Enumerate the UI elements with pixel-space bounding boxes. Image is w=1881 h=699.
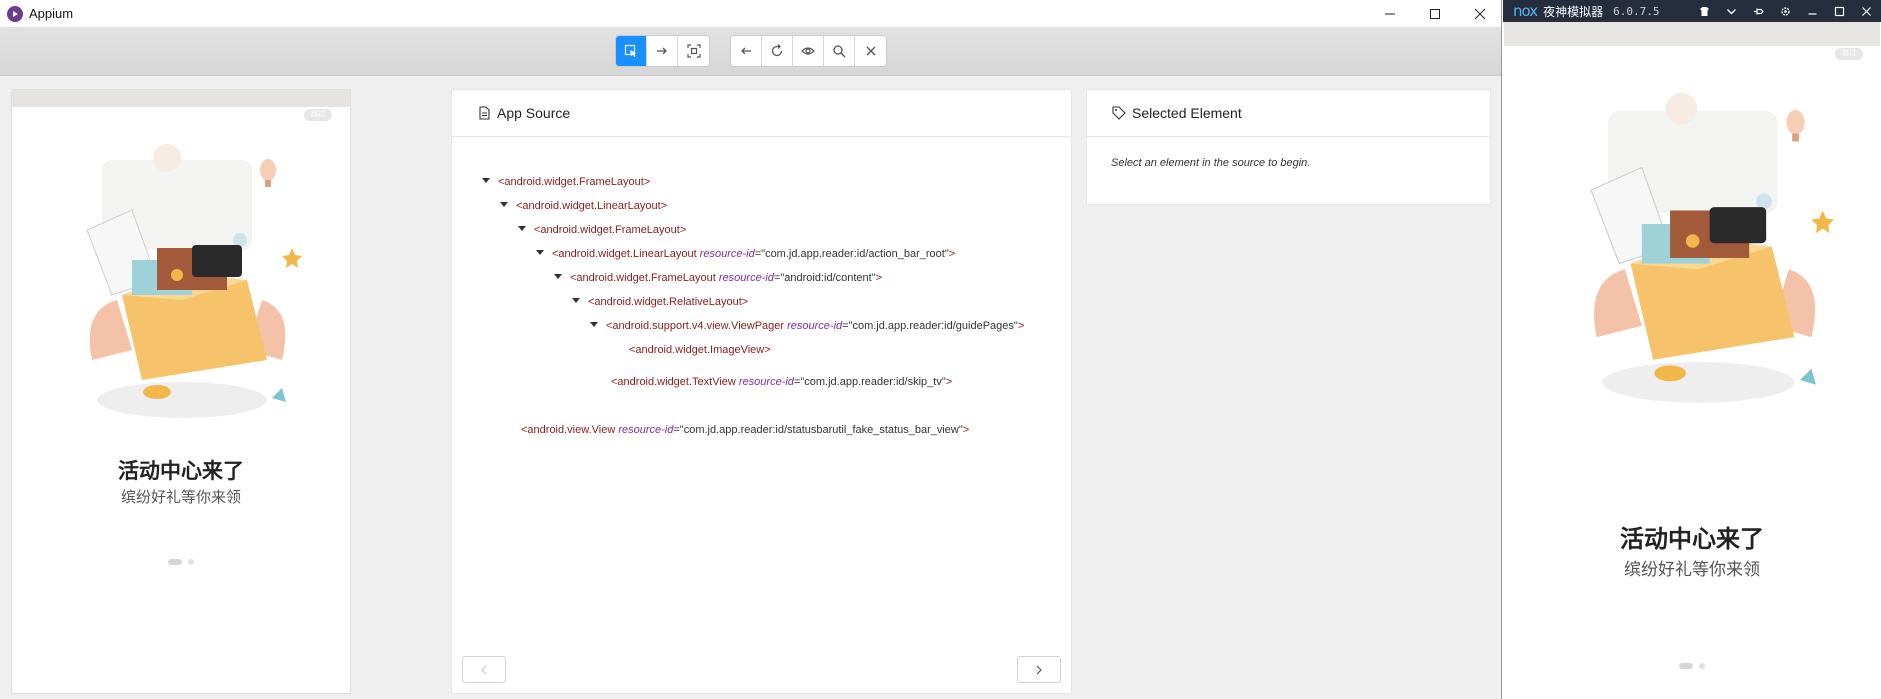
minimize-button[interactable] [1367,0,1412,27]
skip-button[interactable]: 跳过 [1835,48,1863,60]
dropdown-button[interactable] [1721,0,1742,22]
tree-node-status-bar-view[interactable]: <android.view.View resource-id="com.jd.a… [521,424,969,436]
inspector-content: 跳过 活动中心来了 缤纷好礼等你来领 App Source <android.w… [0,76,1501,699]
expand-caret-icon[interactable] [572,298,580,303]
inspector-toolbar [0,27,1501,76]
expand-caret-icon[interactable] [482,178,490,183]
expand-caret-icon[interactable] [518,226,526,231]
app-source-panel: App Source <android.widget.FrameLayout> … [451,89,1072,694]
page-dot [188,559,194,565]
page-indicator [1504,663,1880,669]
tree-node-framelayout[interactable]: <android.widget.FrameLayout> [518,224,686,236]
search-button[interactable] [824,36,855,66]
mode-button-group [615,35,710,67]
close-icon [1862,6,1871,16]
maximize-button[interactable] [1412,0,1457,27]
app-source-title: App Source [497,105,571,121]
tag-icon [1112,106,1126,120]
nox-minimize-button[interactable] [1802,0,1823,22]
minimize-icon [1384,13,1395,14]
promo-illustration [1590,92,1834,403]
close-icon [866,46,875,56]
tree-node-relativelayout[interactable]: <android.widget.RelativeLayout> [572,296,748,308]
promo-subtitle: 缤纷好礼等你来领 [120,489,241,506]
tree-node-content[interactable]: <android.widget.FrameLayout resource-id=… [554,272,882,284]
tree-node-skip-textview[interactable]: <android.widget.TextView resource-id="co… [611,376,952,388]
close-button[interactable] [1457,0,1501,27]
swipe-icon [657,47,667,55]
quit-session-button[interactable] [855,36,886,66]
search-icon [833,45,846,58]
action-button-group [730,35,887,67]
pin-button[interactable] [1748,0,1769,22]
nox-close-button[interactable] [1856,0,1877,22]
nox-emulator-window: nox 夜神模拟器 6.0.7.5 跳过 活动中心来了 缤纷好礼等你来领 [1503,0,1881,699]
shirt-icon [1700,6,1709,16]
nox-title: 夜神模拟器 [1543,4,1604,19]
tap-coordinates-button[interactable] [678,36,709,66]
expand-caret-icon[interactable] [590,322,598,327]
expand-caret-icon[interactable] [554,274,562,279]
theme-button[interactable] [1694,0,1715,22]
app-source-header: App Source [452,90,1071,137]
maximize-icon [1834,6,1845,16]
window-title: Appium [29,6,74,21]
tree-node-action-bar-root[interactable]: <android.widget.LinearLayout resource-id… [536,248,955,260]
selected-element-title: Selected Element [1132,105,1242,121]
tree-node-viewpager[interactable]: <android.support.v4.view.ViewPager resou… [590,320,1024,332]
promo-title: 活动中心来了 [118,460,244,483]
page-indicator [12,559,350,565]
scroll-left-button[interactable] [462,656,506,683]
page-dot-active [1679,663,1693,669]
nox-version: 6.0.7.5 [1613,4,1660,18]
back-icon [741,47,751,55]
pin-icon [1754,8,1764,14]
minimize-icon [1808,12,1817,15]
maximize-icon [1429,8,1440,19]
tree-node-imageview[interactable]: <android.widget.ImageView> [629,344,771,356]
back-button[interactable] [731,36,762,66]
chevron-left-icon [481,665,487,674]
refresh-icon [771,44,783,57]
page-dot [1699,663,1705,669]
tap-coordinates-icon [686,44,701,58]
tree-node-framelayout[interactable]: <android.widget.FrameLayout> [482,176,650,188]
title-bar: Appium [0,0,1501,27]
expand-caret-icon[interactable] [500,202,508,207]
promo-title: 活动中心来了 [1620,526,1764,553]
swipe-button[interactable] [647,36,678,66]
selected-element-header: Selected Element [1087,90,1490,137]
expand-caret-icon[interactable] [536,250,544,255]
close-icon [1474,8,1485,19]
gear-icon [1781,6,1790,16]
chevron-down-icon [1727,8,1736,14]
select-element-button[interactable] [616,36,647,66]
nox-maximize-button[interactable] [1829,0,1850,22]
select-element-icon [624,44,636,57]
appium-window: Appium 跳过 活动中心来了 缤纷好礼等你来领 App Source <an… [0,0,1502,699]
selected-element-hint: Select an element in the source to begin… [1111,157,1311,169]
selected-element-panel: Selected Element Select an element in th… [1086,89,1491,205]
show-hide-elements-button[interactable] [793,36,824,66]
promo-illustration [86,144,302,418]
chevron-right-icon [1036,665,1042,674]
refresh-button[interactable] [762,36,793,66]
appium-logo-icon [7,5,23,22]
promo-subtitle: 缤纷好礼等你来领 [1624,560,1760,579]
skip-button[interactable]: 跳过 [304,109,332,121]
device-screenshot[interactable]: 跳过 活动中心来了 缤纷好礼等你来领 [11,89,351,694]
page-dot-active [168,559,182,565]
eye-icon [801,47,815,55]
file-icon [479,106,490,120]
tree-node-linearlayout[interactable]: <android.widget.LinearLayout> [500,200,667,212]
device-status-bar [12,90,350,107]
nox-device-screen[interactable]: 跳过 活动中心来了 缤纷好礼等你来领 [1504,46,1880,699]
nox-logo: nox [1513,2,1538,20]
nox-title-bar: nox 夜神模拟器 6.0.7.5 [1503,0,1881,22]
scroll-right-button[interactable] [1017,656,1061,683]
nox-status-bar [1504,22,1880,46]
settings-button[interactable] [1775,0,1796,22]
